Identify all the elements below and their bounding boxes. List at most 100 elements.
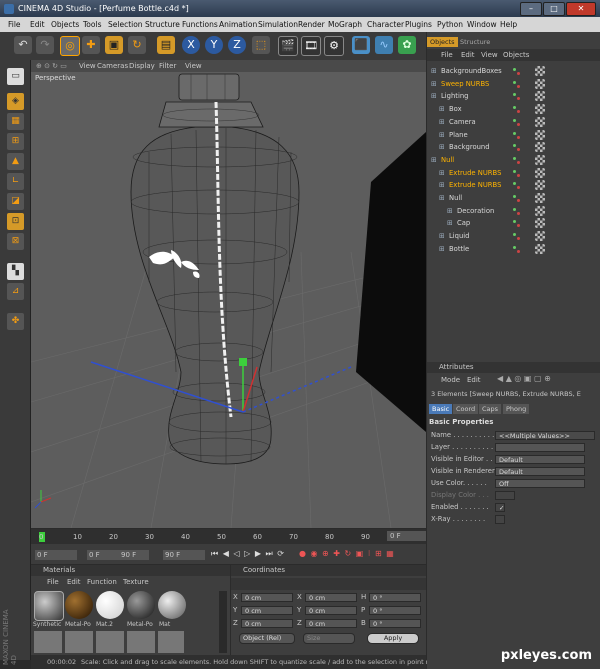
object-row[interactable]: ⊞ Null <box>427 192 600 204</box>
menu-character[interactable]: Character <box>367 17 404 32</box>
editor-visibility-dot[interactable] <box>513 80 516 84</box>
spline-tools-icon[interactable]: ∿ <box>375 36 393 54</box>
current-frame-field[interactable]: 0 F <box>387 531 426 541</box>
render-visibility-dot[interactable] <box>517 211 520 215</box>
editor-visibility-dot[interactable] <box>513 131 516 135</box>
materials-menu-file[interactable]: File <box>47 578 59 586</box>
live-selection-icon[interactable]: ◎ <box>60 36 80 56</box>
coordinate-mode-select[interactable]: Object (Rel) <box>239 633 295 644</box>
checker-grid-icon[interactable]: ▚ <box>7 263 24 280</box>
position-y-field[interactable]: 0 cm <box>241 606 293 615</box>
model-mode-icon[interactable]: ◈ <box>7 93 24 110</box>
cube-object-icon[interactable]: ⬛ <box>352 36 370 54</box>
size-mode-select[interactable]: Size <box>303 633 355 644</box>
tweak-mode-icon[interactable]: ⊠ <box>7 233 24 250</box>
object-name[interactable]: Background <box>449 141 490 153</box>
tab-phong[interactable]: Phong <box>503 404 530 414</box>
object-name[interactable]: Bottle <box>449 243 469 255</box>
object-row[interactable]: ⊞ Null <box>427 154 600 166</box>
position-x-field[interactable]: 0 cm <box>241 593 293 602</box>
render-visibility-dot[interactable] <box>517 97 520 101</box>
attr-xray-checkbox[interactable] <box>495 515 505 524</box>
object-name[interactable]: Sweep NURBS <box>441 78 489 90</box>
object-row[interactable]: ⊞ Sweep NURBS <box>427 78 600 90</box>
tab-objects[interactable]: Objects <box>427 37 458 47</box>
material-swatch[interactable] <box>127 591 155 619</box>
tab-coord[interactable]: Coord <box>453 404 479 414</box>
position-z-field[interactable]: 0 cm <box>241 619 293 628</box>
render-visibility-dot[interactable] <box>517 237 520 241</box>
menu-python[interactable]: Python <box>437 17 463 32</box>
editor-visibility-dot[interactable] <box>513 207 516 211</box>
object-row[interactable]: ⊞ Extrude NURBS <box>427 167 600 179</box>
object-row[interactable]: ⊞ Liquid <box>427 230 600 242</box>
object-row[interactable]: ⊞ Background <box>427 141 600 153</box>
menu-simulation[interactable]: Simulation <box>258 17 298 32</box>
objects-menu-edit[interactable]: Edit <box>461 51 475 59</box>
attr-visible-renderer-select[interactable]: Default <box>495 467 585 476</box>
viewport-nav-icon[interactable]: ⊕ ⊙ ↻ ▭ <box>36 60 67 72</box>
rotation-p-field[interactable]: 0 ° <box>369 606 421 615</box>
x-axis-lock[interactable]: X <box>182 36 200 54</box>
render-visibility-dot[interactable] <box>517 160 520 164</box>
menu-selection[interactable]: Selection <box>108 17 143 32</box>
playback-controls[interactable]: ⏮ ◀ ◁ ▷ ▶ ⏭ ⟳ <box>211 549 285 559</box>
object-row[interactable]: ⊞ Cap <box>427 217 600 229</box>
undo-icon[interactable]: ↶ <box>14 36 32 54</box>
menu-plugins[interactable]: Plugins <box>405 17 432 32</box>
object-row[interactable]: ⊞ Extrude NURBS <box>427 179 600 191</box>
menu-objects[interactable]: Objects <box>51 17 79 32</box>
editor-visibility-dot[interactable] <box>513 68 516 71</box>
render-visibility-dot[interactable] <box>517 148 520 152</box>
menu-file[interactable]: File <box>8 17 21 32</box>
attr-enabled-checkbox[interactable]: ✓ <box>495 503 505 512</box>
start-frame-field[interactable]: 0 F <box>35 550 77 560</box>
redo-icon[interactable]: ↷ <box>36 36 54 54</box>
keyframe-controls[interactable]: ● ◉ ⊕ ✚ ↻ ▣ ⁝ ⊞ ▦ <box>299 549 395 558</box>
viewport-menu-filter[interactable]: Filter <box>159 60 176 72</box>
make-editable-icon[interactable]: ▭ <box>7 68 24 85</box>
editor-visibility-dot[interactable] <box>513 195 516 198</box>
timeline[interactable]: 0 10 20 30 40 50 60 70 80 90 0 F 0 F 0 F… <box>31 529 426 564</box>
material-tag-icon[interactable] <box>535 193 545 203</box>
viewport-menu-edit[interactable]: View <box>79 60 96 72</box>
render-settings-icon[interactable]: ⚙ <box>324 36 344 56</box>
attributes-menu-edit[interactable]: Edit <box>467 376 481 384</box>
render-visibility-dot[interactable] <box>517 135 520 139</box>
menu-animation[interactable]: Animation <box>219 17 257 32</box>
editor-visibility-dot[interactable] <box>513 144 516 148</box>
object-row[interactable]: ⊞ Plane <box>427 129 600 141</box>
render-visibility-dot[interactable] <box>517 186 520 190</box>
nurbs-icon[interactable]: ✿ <box>398 36 416 54</box>
object-name[interactable]: Lighting <box>441 90 468 102</box>
material-tag-icon[interactable] <box>535 205 545 216</box>
material-tag-icon[interactable] <box>535 66 545 76</box>
material-tag-icon[interactable] <box>535 218 545 229</box>
object-name[interactable]: Null <box>441 154 454 166</box>
editor-visibility-dot[interactable] <box>513 245 516 249</box>
render-view-icon[interactable]: 🎬 <box>278 36 298 56</box>
attr-layer-field[interactable] <box>495 443 585 452</box>
menu-window[interactable]: Window <box>467 17 497 32</box>
render-visibility-dot[interactable] <box>517 199 520 202</box>
end-frame-field[interactable]: 90 F <box>163 550 205 560</box>
tab-caps[interactable]: Caps <box>479 404 502 414</box>
render-picture-viewer-icon[interactable]: 🎞 <box>301 36 321 56</box>
materials-menu-edit[interactable]: Edit <box>67 578 81 586</box>
menu-structure[interactable]: Structure <box>145 17 180 32</box>
object-row[interactable]: ⊞ Camera <box>427 116 600 128</box>
material-tag-icon[interactable] <box>535 180 545 191</box>
material-swatch[interactable] <box>96 591 124 619</box>
object-name[interactable]: Cap <box>457 217 470 229</box>
material-swatch[interactable] <box>34 591 64 621</box>
render-visibility-dot[interactable] <box>517 84 520 88</box>
edges-mode-icon[interactable]: ∟ <box>7 173 24 190</box>
timeline-ruler[interactable]: 0 10 20 30 40 50 60 70 80 90 0 F <box>31 529 426 544</box>
minimize-button[interactable]: – <box>520 2 542 16</box>
render-visibility-dot[interactable] <box>517 173 520 177</box>
object-name[interactable]: Extrude NURBS <box>449 167 501 179</box>
size-x-field[interactable]: 0 cm <box>305 593 357 602</box>
object-name[interactable]: Null <box>449 192 462 204</box>
render-visibility-dot[interactable] <box>517 224 520 228</box>
object-name[interactable]: Box <box>449 103 462 115</box>
